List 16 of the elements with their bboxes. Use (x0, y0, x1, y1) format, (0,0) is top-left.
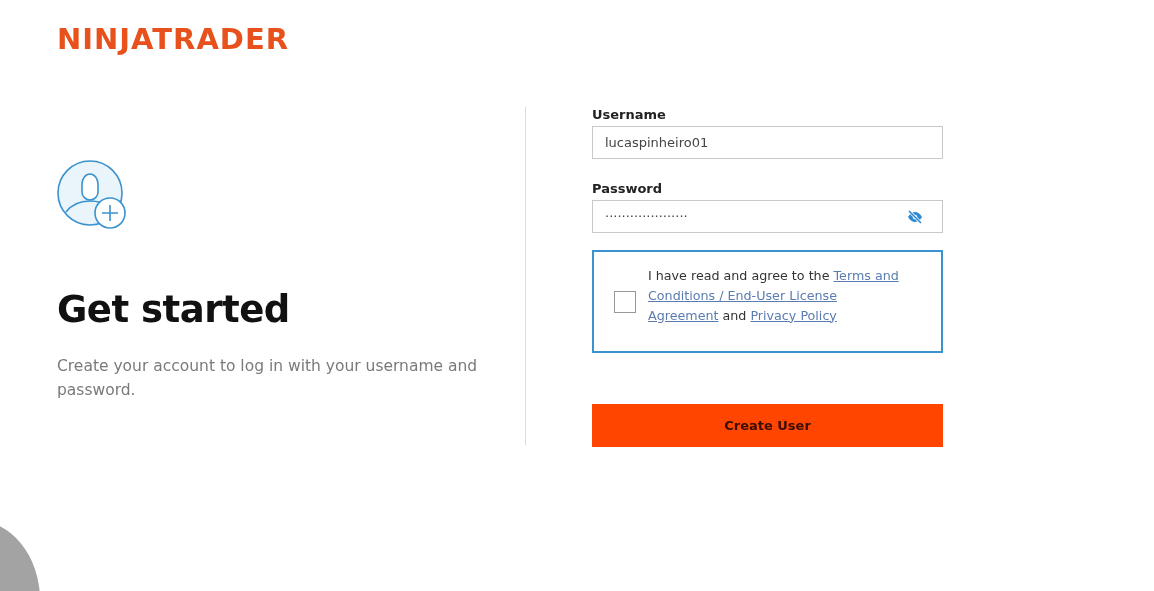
username-field[interactable]: lucaspinheiro01 (592, 126, 943, 159)
consent-checkbox[interactable] (614, 290, 636, 313)
consent-text: I have read and agree to the Terms and Conditions / End-User License Agreement and Privacy Policy (648, 266, 899, 325)
page-heading: Get started (57, 288, 291, 331)
logo: NINJATRADER (57, 22, 290, 56)
password-field[interactable]: ···················· (592, 200, 943, 233)
add-user-icon (57, 160, 127, 230)
policy-link[interactable]: Conditions / End-User License (648, 287, 837, 303)
policy-link[interactable]: Agreement (648, 307, 719, 323)
hide-password-icon[interactable] (907, 210, 923, 224)
username-label: Username (592, 107, 666, 122)
policy-link[interactable]: Privacy Policy (750, 307, 837, 323)
password-label: Password (592, 181, 663, 196)
create-user-button[interactable]: Create User (592, 404, 943, 447)
intro-text: Create your account to log in with your username and password. (57, 356, 479, 401)
policy-link[interactable]: Terms and (833, 267, 899, 283)
